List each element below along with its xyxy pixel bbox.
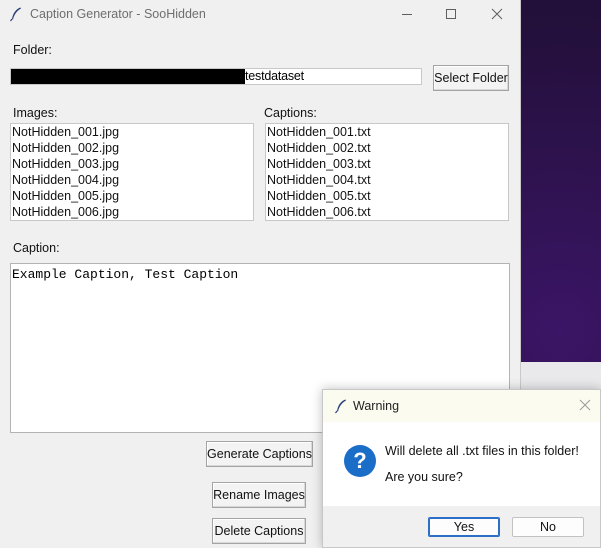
maximize-button[interactable]: [428, 0, 474, 28]
captions-listbox[interactable]: NotHidden_001.txt NotHidden_002.txt NotH…: [265, 123, 509, 221]
list-item[interactable]: NotHidden_004.jpg: [11, 172, 253, 188]
dialog-title: Warning: [353, 399, 400, 413]
select-folder-button[interactable]: Select Folder: [433, 65, 509, 91]
question-icon: ?: [344, 445, 376, 477]
list-item[interactable]: NotHidden_006.jpg: [11, 204, 253, 220]
list-item[interactable]: NotHidden_005.txt: [266, 188, 508, 204]
folder-path-text: testdataset: [245, 69, 304, 83]
dialog-question: Are you sure?: [385, 470, 463, 484]
desktop-window-edge: [520, 362, 601, 392]
list-item[interactable]: NotHidden_003.txt: [266, 156, 508, 172]
close-icon: [491, 8, 503, 20]
list-item[interactable]: NotHidden_004.txt: [266, 172, 508, 188]
redacted-path: [11, 69, 245, 84]
dialog-title-bar[interactable]: Warning: [323, 390, 600, 422]
list-item[interactable]: NotHidden_003.jpg: [11, 156, 253, 172]
captions-label: Captions:: [264, 106, 317, 120]
window-title: Caption Generator - SooHidden: [30, 7, 206, 21]
list-item[interactable]: NotHidden_002.txt: [266, 140, 508, 156]
list-item[interactable]: NotHidden_001.txt: [266, 124, 508, 140]
caption-label: Caption:: [13, 241, 60, 255]
folder-path-input[interactable]: testdataset: [10, 68, 422, 85]
delete-captions-button[interactable]: Delete Captions: [212, 518, 306, 544]
images-listbox[interactable]: NotHidden_001.jpg NotHidden_002.jpg NotH…: [10, 123, 254, 221]
yes-button[interactable]: Yes: [428, 517, 500, 537]
dialog-message: Will delete all .txt files in this folde…: [385, 444, 579, 458]
close-icon[interactable]: [577, 397, 593, 413]
feather-icon: [335, 399, 346, 414]
minimize-icon: [402, 14, 412, 15]
feather-icon: [10, 7, 21, 22]
images-label: Images:: [13, 106, 58, 120]
close-button[interactable]: [474, 0, 520, 28]
list-item[interactable]: NotHidden_006.txt: [266, 204, 508, 220]
warning-dialog: Warning ? Will delete all .txt files in …: [322, 389, 601, 548]
list-item[interactable]: NotHidden_005.jpg: [11, 188, 253, 204]
generate-captions-button[interactable]: Generate Captions: [206, 441, 313, 467]
rename-images-button[interactable]: Rename Images: [212, 482, 306, 508]
list-item[interactable]: NotHidden_002.jpg: [11, 140, 253, 156]
maximize-icon: [446, 9, 456, 19]
minimize-button[interactable]: [384, 0, 430, 28]
folder-label: Folder:: [13, 43, 52, 57]
no-button[interactable]: No: [512, 517, 584, 537]
list-item[interactable]: NotHidden_001.jpg: [11, 124, 253, 140]
title-bar[interactable]: Caption Generator - SooHidden: [0, 0, 520, 28]
dialog-footer: Yes No: [323, 506, 600, 547]
